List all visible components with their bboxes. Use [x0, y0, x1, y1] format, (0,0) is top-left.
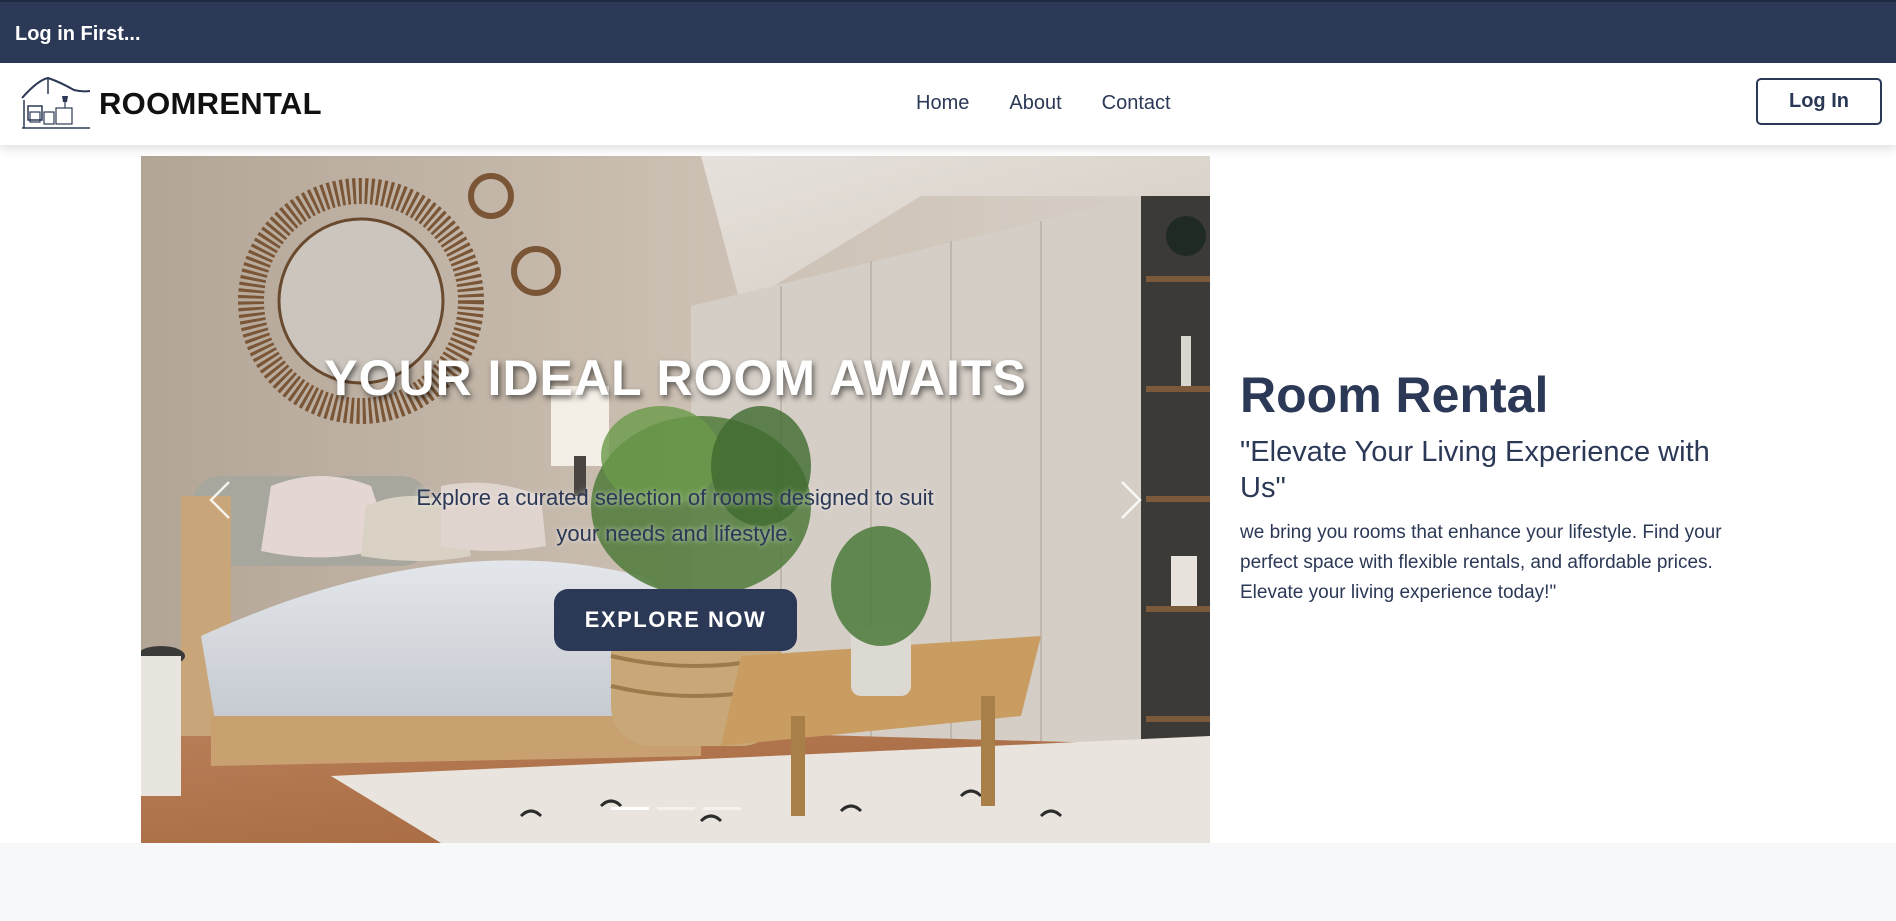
carousel-indicator-1[interactable]: [611, 807, 649, 810]
info-body: we bring you rooms that enhance your lif…: [1240, 522, 1722, 603]
hero-carousel: YOUR IDEAL ROOM AWAITS Explore a curated…: [141, 156, 1210, 843]
info-panel: Room Rental "Elevate Your Living Experie…: [1240, 360, 1760, 608]
brand-name: ROOMRENTAL: [99, 86, 322, 121]
info-tagline: "Elevate Your Living Experience with Us": [1240, 436, 1710, 504]
carousel-indicator-3[interactable]: [703, 807, 741, 810]
carousel-indicator-2[interactable]: [657, 807, 695, 810]
chevron-left-icon[interactable]: [201, 478, 241, 522]
navbar: ROOMRENTAL Home About Contact Log In: [0, 63, 1896, 145]
nav-links: Home About Contact: [916, 92, 1171, 115]
chevron-right-icon[interactable]: [1110, 478, 1150, 522]
nav-link-home[interactable]: Home: [916, 92, 969, 115]
carousel-indicators: [611, 807, 741, 810]
nav-link-about[interactable]: About: [1009, 92, 1061, 115]
login-button[interactable]: Log In: [1756, 78, 1882, 125]
brand[interactable]: ROOMRENTAL: [18, 76, 322, 132]
info-title: Room Rental: [1240, 367, 1549, 423]
house-furniture-logo-icon: [21, 76, 91, 129]
login-notice-text: Log in First...: [15, 23, 141, 45]
login-notice-bar: Log in First...: [0, 0, 1896, 63]
hero-subtitle: Explore a curated selection of rooms des…: [416, 485, 934, 546]
nav-link-contact[interactable]: Contact: [1102, 92, 1171, 115]
hero-title: YOUR IDEAL ROOM AWAITS: [324, 350, 1027, 406]
bottom-section: [0, 843, 1896, 921]
explore-now-button[interactable]: EXPLORE NOW: [554, 589, 797, 651]
